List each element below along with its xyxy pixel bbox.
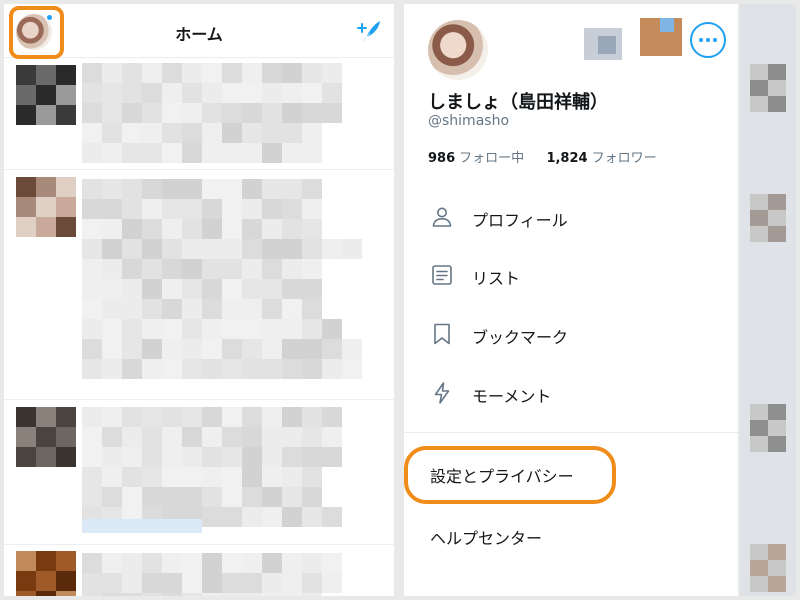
blurred-timeline — [4, 59, 394, 596]
background-timeline-strip — [740, 4, 796, 596]
help-center-link[interactable]: ヘルプセンター — [430, 525, 542, 549]
menu-item-moments[interactable]: モーメント — [404, 371, 738, 415]
profile-avatar[interactable] — [428, 20, 488, 80]
account-drawer: しましょ（島田祥輔） @shimasho 986 フォロー中 1,824 フォロワー… — [404, 4, 738, 596]
compose-tweet-icon[interactable] — [352, 18, 382, 46]
person-icon — [432, 207, 452, 227]
home-timeline-panel: ホーム — [4, 4, 394, 596]
display-name: しましょ（島田祥輔） — [428, 92, 608, 113]
menu-item-lists[interactable]: リスト — [404, 253, 738, 297]
other-account-avatar[interactable] — [640, 18, 682, 56]
follow-stats: 986 フォロー中 1,824 フォロワー — [428, 147, 657, 166]
menu-item-bookmarks[interactable]: ブックマーク — [404, 312, 738, 356]
bookmark-icon — [434, 323, 450, 345]
list-icon — [432, 265, 452, 285]
settings-privacy-link[interactable]: 設定とプライバシー — [430, 463, 574, 487]
more-accounts-button[interactable] — [690, 22, 726, 58]
avatar-highlight-marker — [9, 6, 64, 59]
other-account-avatar[interactable] — [584, 28, 622, 60]
menu-item-profile[interactable]: プロフィール — [404, 195, 738, 239]
lightning-icon — [434, 382, 450, 404]
followers-link[interactable]: 1,824 フォロワー — [546, 151, 656, 166]
menu-divider — [404, 432, 738, 433]
user-handle: @shimasho — [428, 113, 510, 129]
following-link[interactable]: 986 フォロー中 — [428, 151, 524, 166]
